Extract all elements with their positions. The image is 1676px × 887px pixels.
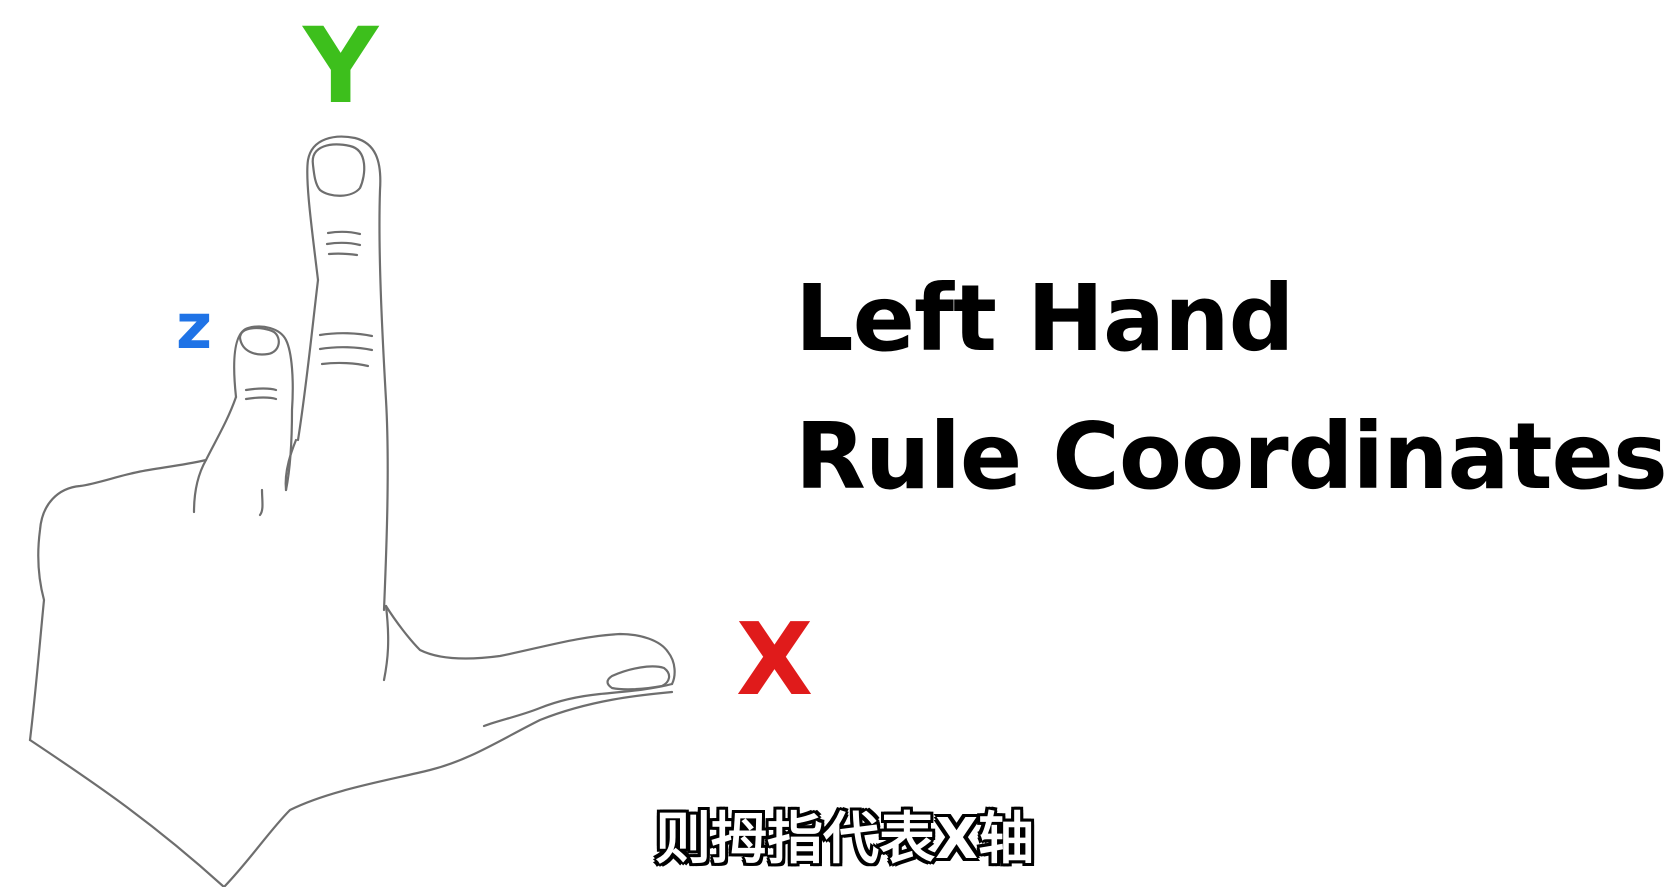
middle-knuckle-crease-2 <box>244 396 278 401</box>
middle-knuckle-crease-1 <box>244 387 278 392</box>
palm-bottom-edge <box>28 738 226 887</box>
thumb-top-edge <box>384 604 676 686</box>
thumb-bottom-edge <box>482 682 674 728</box>
x-axis-label: X <box>736 601 814 718</box>
index-knuckle-crease-4 <box>318 332 374 338</box>
index-knuckle-crease-1 <box>326 230 362 236</box>
diagram-stage: Y z X Left Hand Rule Coordinates 则拇指代表X轴 <box>0 0 1676 887</box>
index-fingernail <box>311 143 366 197</box>
diagram-title: Left Hand Rule Coordinates <box>795 250 1668 526</box>
hand-back-outline <box>28 458 208 742</box>
index-knuckle-crease-2 <box>325 241 362 247</box>
index-finger-left-edge <box>296 278 320 442</box>
index-knuckle-crease-5 <box>318 346 374 352</box>
wrist-right-edge <box>222 690 674 887</box>
index-finger-outline <box>306 135 389 612</box>
middle-knuckle-crease-3 <box>258 488 264 517</box>
title-line-1: Left Hand <box>795 265 1294 372</box>
y-axis-label: Y <box>303 5 379 127</box>
thumbnail <box>606 665 671 691</box>
title-line-2: Rule Coordinates <box>795 403 1668 510</box>
index-knuckle-crease-3 <box>327 252 359 257</box>
middle-finger-left-edge <box>192 395 238 514</box>
middle-finger-outline <box>233 325 294 492</box>
index-knuckle-crease-6 <box>320 361 370 368</box>
z-axis-label: z <box>176 290 213 363</box>
video-subtitle: 则拇指代表X轴 <box>655 807 1035 872</box>
middle-fingernail <box>238 326 280 356</box>
thumb-joint-line <box>382 604 390 682</box>
